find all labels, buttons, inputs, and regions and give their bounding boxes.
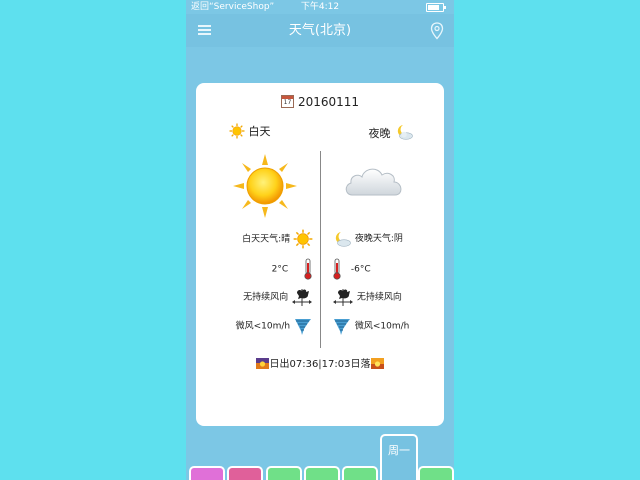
day-label: 白天 [248,125,271,138]
night-wind-speed-row: 微风<10m/h [332,316,409,336]
night-weather-text: 夜晚天气:阴 [354,234,403,244]
sunset-icon [370,358,384,369]
day-weather-text: 白天天气:晴 [242,234,291,245]
day-wind-speed-text: 微风<10m/h [235,321,291,332]
day-temp-text: 2°C [271,264,289,275]
day-header: 白天 [229,123,271,139]
weathervane-icon [333,289,353,306]
weekday-tabs: 周一 [186,430,454,480]
sunrise-sunset-row: 日出07:36|17:03日落 [196,355,444,370]
location-pin-icon[interactable] [430,22,444,40]
weathervane-icon [292,289,312,306]
tornado-icon [334,319,350,335]
sunrise-icon [256,358,270,369]
thermometer-icon [304,258,312,280]
weekday-tab-3[interactable] [266,466,302,480]
day-weather-row: 白天天气:晴 [242,229,313,249]
thermometer-icon [333,258,341,280]
navbar: 天气(北京) [186,14,454,47]
battery-icon [426,3,446,12]
tab-monday-active[interactable]: 周一 [380,434,418,480]
large-sun-icon [233,154,297,218]
night-wind-speed-text: 微风<10m/h [354,321,410,332]
night-temp-text: -6°C [350,264,371,275]
night-wind-direction-row: 无持续风向 [332,287,402,307]
night-weather-moon-icon [335,231,351,247]
day-wind-direction-text: 无持续风向 [243,292,289,303]
status-time: 下午4:12 [300,2,340,12]
small-moon-cloud-icon [397,125,413,140]
day-temp-row: 2°C [271,258,313,280]
large-cloud-icon [345,168,402,196]
weekday-tab-5[interactable] [342,466,378,480]
calendar-icon: 17 [280,95,294,108]
day-night-divider [320,151,321,348]
weekday-tab-4[interactable] [304,466,340,480]
date-text: 20160111 [297,95,360,109]
night-label: 夜晚 [368,127,391,140]
page-title: 天气(北京) [288,23,352,38]
night-wind-direction-text: 无持续风向 [356,292,402,303]
day-wind-direction-row: 无持续风向 [243,287,313,307]
weekday-tab-7[interactable] [418,466,454,480]
tornado-icon [295,319,311,335]
phone-screen: 返回“ServiceShop” 下午4:12 天气(北京) 17 20160111 [186,0,454,480]
date-row: 17 20160111 [196,95,444,109]
night-temp-row: -6°C [332,258,371,280]
sun-times-text: 日出07:36|17:03日落 [269,359,371,370]
weekday-tab-1[interactable] [189,466,225,480]
night-weather-row: 夜晚天气:阴 [332,229,403,249]
day-weather-sun-icon [293,229,313,249]
weather-card: 17 20160111 白天 夜晚 白天天气:晴 2°C 无持续风向 微风<10… [196,83,444,426]
weekday-tab-2[interactable] [227,466,263,480]
night-header: 夜晚 [369,123,415,141]
status-bar: 返回“ServiceShop” 下午4:12 [186,0,454,14]
day-wind-speed-row: 微风<10m/h [236,316,313,336]
small-sun-icon [229,123,245,139]
